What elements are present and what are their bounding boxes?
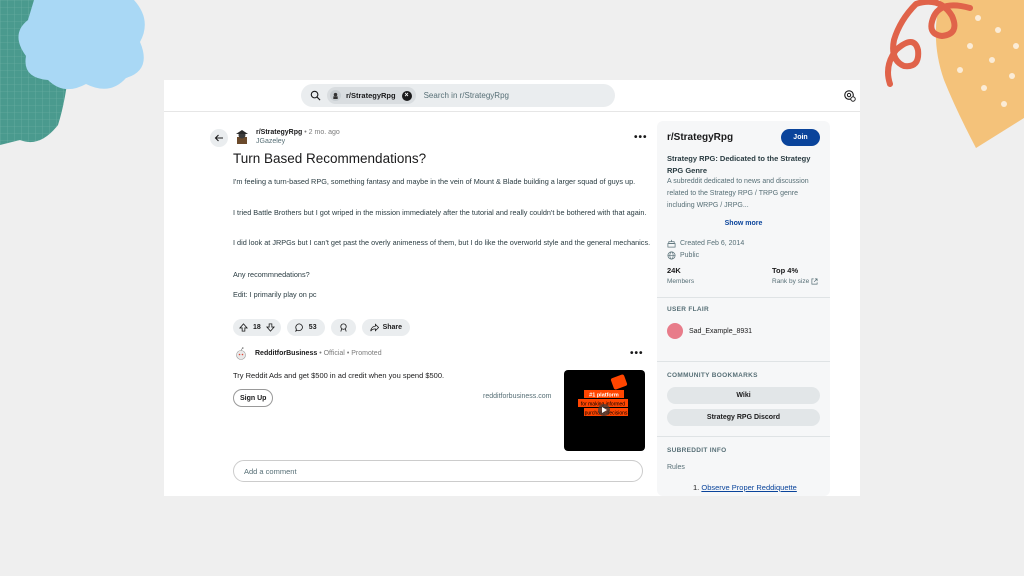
award-button[interactable]: [330, 319, 356, 336]
official-label: Official: [323, 350, 345, 357]
ad-thumb-line-1: #1 platform: [589, 393, 619, 399]
promoted-label: Promoted: [351, 350, 382, 357]
vote-pill: 18: [233, 319, 281, 336]
meta-separator: •: [346, 350, 350, 357]
subreddit-link[interactable]: r/StrategyRpg: [256, 129, 302, 136]
rule-number: 1.: [693, 483, 700, 492]
rule-link[interactable]: Observe Proper Reddiquette: [701, 483, 796, 492]
comment-icon: [295, 323, 303, 332]
visibility-row: Public: [667, 251, 699, 260]
back-button[interactable]: [210, 129, 228, 147]
community-description: A subreddit dedicated to news and discus…: [667, 178, 809, 209]
post-age: 2 mo. ago: [308, 129, 340, 136]
join-button[interactable]: Join: [781, 129, 820, 146]
created-date: Created Feb 6, 2014: [680, 240, 745, 247]
community-title: Strategy RPG: Dedicated to the Strategy …: [667, 154, 811, 175]
arrow-left-icon: [214, 134, 223, 142]
globe-icon: [667, 251, 676, 260]
sign-up-button[interactable]: Sign Up: [233, 389, 274, 407]
show-more-button[interactable]: Show more: [657, 220, 830, 227]
advertiser-name[interactable]: RedditforBusiness: [255, 350, 317, 357]
user-flair-row[interactable]: Sad_Example_8931: [667, 323, 752, 339]
cake-icon: [667, 239, 676, 248]
rule-item[interactable]: 1. Observe Proper Reddiquette: [693, 483, 797, 492]
author-link[interactable]: JGazeley: [256, 137, 340, 146]
advertise-gear-icon[interactable]: [843, 89, 856, 102]
ad-thumbnail[interactable]: #1 platform for making informed purchase…: [564, 370, 645, 451]
top-bar: r/StrategyRpg × Search in r/StrategyRpg: [164, 80, 860, 112]
add-comment-input[interactable]: Add a comment: [233, 460, 643, 482]
post-paragraph: I'm feeling a turn-based RPG, something …: [233, 177, 636, 186]
flair-avatar: [667, 323, 683, 339]
blue-cloud-decoration: [18, 0, 145, 90]
post-meta: r/StrategyRpg • 2 mo. ago JGazeley: [256, 128, 340, 146]
share-button[interactable]: Share: [361, 319, 411, 336]
comment-count: 53: [308, 324, 317, 331]
search-bar[interactable]: r/StrategyRpg × Search in r/StrategyRpg: [301, 84, 615, 107]
post-paragraph: I tried Battle Brothers but I got wriped…: [233, 208, 647, 217]
share-icon: [369, 323, 379, 332]
external-link-icon: [811, 278, 818, 285]
flair-username: Sad_Example_8931: [689, 327, 753, 335]
members-count: 24K: [667, 266, 681, 275]
search-placeholder: Search in r/StrategyRpg: [423, 91, 509, 100]
user-flair-heading: USER FLAIR: [667, 306, 709, 313]
divider: [657, 297, 830, 298]
subreddit-info-heading: SUBREDDIT INFO: [667, 447, 727, 454]
subreddit-avatar[interactable]: [234, 129, 250, 145]
community-avatar-icon: [330, 90, 341, 101]
ad-video-graphic: #1 platform for making informed purchase…: [578, 374, 628, 417]
bookmarks-heading: COMMUNITY BOOKMARKS: [667, 372, 758, 379]
share-label: Share: [382, 324, 403, 331]
rank-label: Rank by size: [772, 278, 810, 285]
divider: [657, 436, 830, 437]
community-chip-label: r/StrategyRpg: [346, 91, 396, 100]
meta-separator: •: [304, 129, 307, 136]
upvote-icon[interactable]: [239, 323, 248, 332]
post-paragraph: Any recommnedations?: [233, 270, 310, 279]
downvote-icon[interactable]: [265, 323, 275, 332]
award-icon: [339, 323, 347, 332]
advertiser-avatar[interactable]: [234, 347, 248, 361]
visibility-label: Public: [680, 252, 700, 259]
search-icon: [310, 90, 321, 101]
rank-by-size-link[interactable]: Rank by size: [772, 278, 818, 285]
post-title: Turn Based Recommendations?: [233, 151, 427, 166]
ad-overflow-menu-button[interactable]: •••: [630, 348, 644, 359]
divider: [657, 361, 830, 362]
vote-count: 18: [253, 324, 261, 331]
ad-meta: RedditforBusiness • Official • Promoted: [255, 350, 382, 357]
sidebar-community-name[interactable]: r/StrategyRpg: [667, 132, 733, 143]
post-overflow-menu-button[interactable]: •••: [634, 132, 648, 143]
comments-button[interactable]: 53: [286, 319, 325, 336]
ad-domain-link[interactable]: redditforbusiness.com: [483, 393, 551, 400]
meta-separator: •: [319, 350, 322, 357]
orange-paper-decoration: [885, 0, 1024, 148]
post-paragraph: I did look at JRPGs but I can't get past…: [233, 238, 651, 247]
members-label: Members: [667, 278, 695, 285]
post-paragraph: Edit: I primarily play on pc: [233, 290, 317, 299]
close-icon[interactable]: ×: [401, 90, 412, 101]
community-filter-chip[interactable]: r/StrategyRpg ×: [327, 87, 416, 104]
community-sidebar: r/StrategyRpg Join Strategy RPG: Dedicat…: [657, 121, 830, 496]
bookmark-discord-button[interactable]: Strategy RPG Discord: [667, 409, 820, 426]
browser-window: r/StrategyRpg × Search in r/StrategyRpg …: [164, 80, 860, 496]
post-actions: 18 53 Share: [233, 319, 411, 336]
rank-value: Top 4%: [772, 266, 799, 275]
bookmark-wiki-button[interactable]: Wiki: [667, 387, 820, 404]
created-row: Created Feb 6, 2014: [667, 239, 744, 248]
ad-text[interactable]: Try Reddit Ads and get $500 in ad credit…: [233, 371, 444, 380]
rules-label: Rules: [667, 464, 685, 471]
